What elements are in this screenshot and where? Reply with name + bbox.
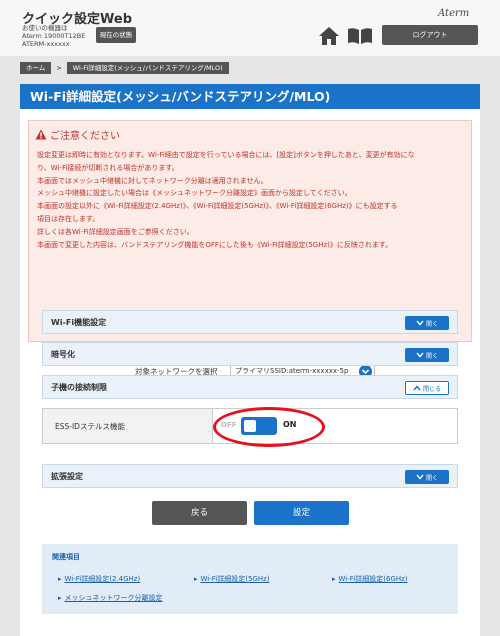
chevron-down-icon: [416, 320, 424, 326]
caution-line: 詳しくは各Wi-Fi詳細設定画面をご参照ください。: [37, 227, 194, 236]
close-button-label: 閉じる: [422, 385, 441, 393]
section-extended[interactable]: 拡張設定 開く: [42, 464, 458, 488]
section-label: 暗号化: [51, 350, 75, 359]
related-link-wifi-6ghz[interactable]: ▸ Wi-Fi詳細設定(6GHz): [332, 574, 408, 584]
book-icon[interactable]: [347, 27, 373, 45]
open-button[interactable]: 開く: [405, 470, 449, 484]
section-wifi-function[interactable]: Wi-Fi機能設定 開く: [42, 310, 458, 334]
warning-icon: [35, 129, 47, 140]
caution-box: ご注意ください 設定変更は即時に有効となります。Wi-Fi経由で設定を行っている…: [28, 120, 472, 342]
section-client-limit[interactable]: 子機の接続制限 閉じる: [42, 375, 458, 399]
caution-line: 設定変更は即時に有効となります。Wi-Fi経由で設定を行っている場合には、[設定…: [37, 151, 415, 159]
chevron-down-icon: [416, 352, 424, 358]
apply-button[interactable]: 設定: [254, 501, 349, 525]
caution-line: 本画面で変更した内容は、バンドステアリング機能をOFFにした後も《Wi-Fi詳細…: [37, 240, 393, 249]
page-title: Wi-Fi詳細設定(メッシュ/バンドステアリング/MLO): [20, 84, 480, 109]
link-text: Wi-Fi詳細設定(2.4GHz): [64, 575, 141, 583]
chevron-up-icon: [413, 385, 421, 391]
related-links-panel: 関連項目 ▸ Wi-Fi詳細設定(2.4GHz) ▸ Wi-Fi詳細設定(5GHz)…: [42, 544, 458, 614]
open-button-label: 開く: [425, 352, 438, 360]
open-button[interactable]: 開く: [405, 316, 449, 330]
caution-line: 本画面の設定以外に《Wi-Fi詳細設定(2.4GHz)》、《Wi-Fi詳細設定(…: [37, 202, 398, 211]
breadcrumb-separator: >: [56, 64, 62, 72]
caution-line: 項目は存在します。: [37, 214, 100, 223]
current-status-button[interactable]: 現在の状態: [96, 27, 136, 43]
related-link-wifi-5ghz[interactable]: ▸ Wi-Fi詳細設定(5GHz): [194, 574, 270, 584]
main-panel: Wi-Fi詳細設定(メッシュ/バンドステアリング/MLO) ご注意ください 設定…: [20, 84, 480, 636]
link-text: メッシュネットワーク分離設定: [64, 594, 163, 602]
breadcrumb-home[interactable]: ホーム: [20, 62, 52, 74]
section-label: 子機の接続制限: [51, 383, 107, 392]
related-title: 関連項目: [52, 553, 80, 561]
breadcrumb-current: Wi-Fi詳細設定(メッシュ/バンドステアリング/MLO): [66, 62, 229, 74]
section-label: 拡張設定: [51, 472, 83, 481]
device-model: Aterm 19000T12BE: [22, 32, 86, 40]
device-name: ATERM-xxxxxx: [22, 40, 70, 48]
brand-logo: Aterm: [438, 8, 470, 19]
open-button[interactable]: 開く: [405, 348, 449, 362]
breadcrumb: ホーム > Wi-Fi詳細設定(メッシュ/バンドステアリング/MLO): [20, 62, 229, 74]
ess-stealth-row: ESS-IDステルス機能 OFF ON: [42, 407, 458, 447]
device-label: お使いの機器は: [22, 24, 68, 32]
caution-title: ご注意ください: [35, 127, 120, 142]
section-encryption[interactable]: 暗号化 開く: [42, 342, 458, 366]
network-select-value: プライマリSSID:aterm-xxxxxx-5p: [235, 367, 349, 375]
caution-line: 本画面ではメッシュ中継機に対してネットワーク分離は適用されません。: [37, 176, 268, 185]
home-icon[interactable]: [318, 26, 340, 46]
open-button-label: 開く: [425, 474, 438, 482]
link-text: Wi-Fi詳細設定(5GHz): [200, 575, 270, 583]
chevron-down-icon: [416, 474, 424, 480]
caution-line: り、Wi-Fi接続が切断される場合があります。: [37, 163, 179, 172]
open-button-label: 開く: [425, 320, 438, 328]
ess-stealth-label: ESS-IDステルス機能: [55, 422, 125, 431]
bullet-icon: ▸: [332, 575, 336, 583]
bullet-icon: ▸: [194, 575, 198, 583]
section-label: Wi-Fi機能設定: [51, 318, 107, 327]
logout-button[interactable]: ログアウト: [382, 25, 478, 45]
header: クイック設定Web お使いの機器は Aterm 19000T12BE ATERM…: [0, 0, 500, 56]
back-button[interactable]: 戻る: [152, 501, 247, 525]
caution-line: メッシュ中継機に設定したい場合は《メッシュネットワーク分離設定》画面から設定して…: [37, 189, 352, 198]
bullet-icon: ▸: [58, 575, 62, 583]
related-link-wifi-24ghz[interactable]: ▸ Wi-Fi詳細設定(2.4GHz): [58, 574, 140, 584]
related-link-mesh-isolation[interactable]: ▸ メッシュネットワーク分離設定: [58, 593, 163, 603]
ess-stealth-label-cell: ESS-IDステルス機能: [43, 409, 213, 443]
bullet-icon: ▸: [58, 594, 62, 602]
highlight-circle: [213, 407, 325, 447]
close-button[interactable]: 閉じる: [405, 381, 449, 395]
caution-title-text: ご注意ください: [50, 131, 120, 142]
link-text: Wi-Fi詳細設定(6GHz): [338, 575, 408, 583]
caution-body: 設定変更は即時に有効となります。Wi-Fi経由で設定を行っている場合には、[設定…: [37, 149, 467, 251]
